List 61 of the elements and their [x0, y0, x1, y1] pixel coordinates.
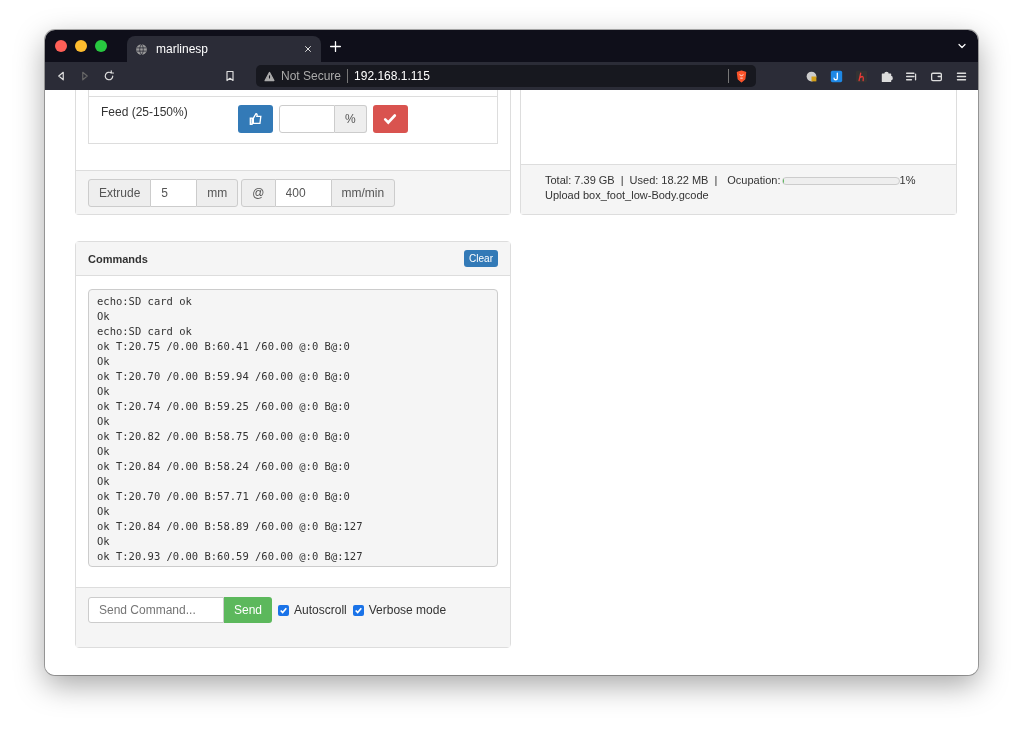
checkbox[interactable] [352, 604, 364, 616]
checkbox[interactable] [278, 604, 290, 616]
checkbox-label: Verbose mode [368, 603, 447, 617]
extrude-label: Extrude [88, 178, 152, 207]
extrude-speed-input[interactable]: 400 [275, 178, 331, 207]
extension-icon[interactable] [805, 69, 818, 83]
separator: | [714, 173, 718, 188]
feed-label: Feed (25-150%) [101, 105, 189, 121]
log-line: ok T:20.84 /0.00 B:58.89 /60.00 @:0 B@:127 [97, 519, 364, 534]
checkmark-icon [383, 112, 398, 126]
address-field[interactable]: 192.168.1.115 [354, 69, 722, 83]
occupation-label: Ocupation: [727, 173, 781, 188]
log-line: ok T:20.70 /0.00 B:59.94 /60.00 @:0 B@:0 [97, 369, 351, 384]
log-line: ok T:20.75 /0.00 B:60.41 /60.00 @:0 B@:0 [97, 339, 351, 354]
log-line: ok T:20.84 /0.00 B:58.24 /60.00 @:0 B@:0 [97, 459, 351, 474]
log-line: Ok [97, 414, 111, 429]
log-line: Ok [97, 354, 111, 369]
log-line: Ok [97, 444, 111, 459]
checkbox-label: Autoscroll [294, 603, 347, 617]
extension-icon[interactable] [830, 69, 843, 83]
apply-button[interactable] [372, 105, 408, 133]
log-line: Ok [97, 534, 111, 549]
total-size: Total: 7.39 GB [545, 173, 615, 188]
occupation-percent: 1% [899, 173, 916, 188]
at-label: @ [241, 178, 276, 207]
close-window-button[interactable] [55, 40, 67, 52]
thumbs-up-icon [248, 112, 263, 126]
reload-icon[interactable] [103, 70, 115, 82]
log-line: ok T:20.93 /0.00 B:60.59 /60.00 @:0 B@:127 [97, 549, 364, 564]
clear-button[interactable]: Clear [464, 250, 498, 267]
bookmark-icon[interactable] [224, 70, 236, 82]
thumbs-up-button[interactable] [238, 105, 273, 133]
log-line: Ok [97, 384, 111, 399]
log-line: ok T:20.70 /0.00 B:57.71 /60.00 @:0 B@:0 [97, 489, 351, 504]
forward-icon[interactable] [79, 70, 91, 82]
log-line: Ok [97, 309, 111, 324]
feed-input[interactable] [279, 105, 335, 133]
log-line: ok T:20.82 /0.00 B:58.75 /60.00 @:0 B@:0 [97, 429, 351, 444]
used-size: Used: 18.22 MB [629, 173, 709, 188]
log-line: echo:SD card ok [97, 294, 193, 309]
upload-status: Upload box_foot_low-Body.gcode [545, 188, 710, 203]
percent-unit: % [335, 105, 367, 133]
close-icon[interactable] [303, 44, 313, 54]
separator: | [620, 173, 624, 188]
log-line: Ok [97, 474, 111, 489]
warning-icon[interactable] [264, 70, 275, 82]
log-line: Ok [97, 504, 111, 519]
log-line: ok T:20.74 /0.00 B:59.25 /60.00 @:0 B@:0 [97, 399, 351, 414]
minimize-window-button[interactable] [75, 40, 87, 52]
plus-icon[interactable] [329, 39, 342, 53]
log-line: echo:SD card ok [97, 324, 193, 339]
mm-unit: mm [196, 178, 239, 207]
browser-tab[interactable]: marlinesp [127, 36, 321, 62]
security-label: Not Secure [281, 69, 342, 83]
globe-icon[interactable] [135, 42, 148, 56]
panel-title: Commands [88, 252, 148, 265]
back-icon[interactable] [55, 70, 67, 82]
extrude-distance-input[interactable]: 5 [151, 178, 197, 207]
speed-unit: mm/min [330, 178, 396, 207]
zoom-window-button[interactable] [95, 40, 107, 52]
command-input[interactable]: Send Command... [88, 597, 224, 623]
